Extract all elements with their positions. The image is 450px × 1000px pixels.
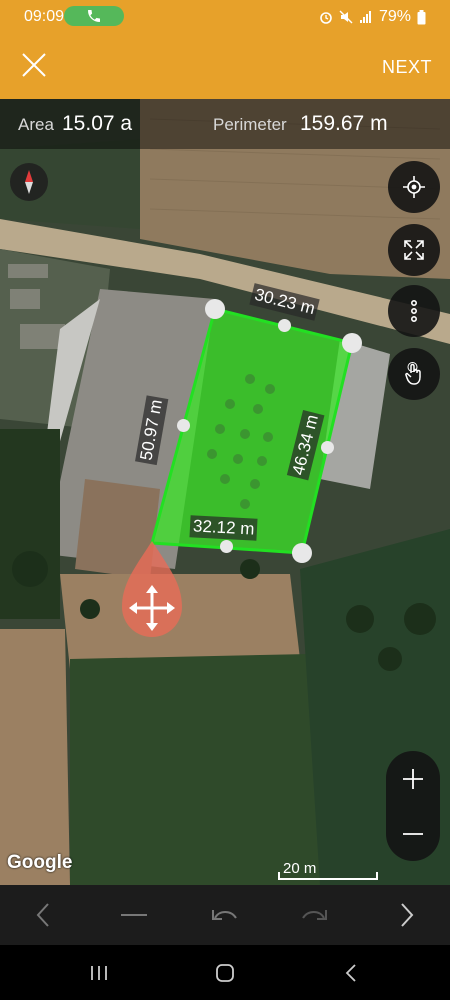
next-button[interactable]: NEXT [382,57,432,78]
perimeter-label: Perimeter [213,115,287,134]
home-button[interactable] [200,955,250,991]
fullscreen-button[interactable] [388,224,440,276]
recent-apps-button[interactable] [74,955,124,991]
touch-icon [405,362,421,385]
my-location-icon [403,176,425,198]
close-button[interactable] [18,49,50,81]
back-icon [345,964,356,982]
mute-icon [339,10,353,24]
battery-icon [417,9,426,24]
close-icon [22,53,46,77]
chevron-left-icon [36,903,49,927]
vertex-handle[interactable] [342,333,362,353]
phone-icon [88,10,100,22]
zoom-out-button[interactable] [386,806,440,861]
measurement-bar: Area 15.07 a Perimeter 159.67 m [0,99,450,149]
midpoint-handle[interactable] [177,419,190,432]
status-icons: 79% [319,8,426,26]
my-location-button[interactable] [388,161,440,213]
redo-icon [302,910,327,920]
system-nav-bar [0,945,450,1000]
fullscreen-icon [404,240,424,260]
area-label: Area [18,115,54,134]
compass-button[interactable] [10,163,48,201]
map-scale: 20 m [278,860,378,882]
vertex-handle[interactable] [205,299,225,319]
more-vert-icon [411,299,418,322]
midpoint-handle[interactable] [321,441,334,454]
remove-point-button[interactable] [104,885,164,945]
battery-percent: 79% [378,8,411,25]
edit-toolbar [0,885,450,945]
perimeter-value: 159.67 m [300,112,388,135]
status-time: 09:09 [24,8,65,25]
map-view[interactable]: 30.23 m 50.97 m 46.34 m 32.12 m Area 15.… [0,99,450,885]
alarm-icon [320,12,332,24]
recents-icon [91,966,107,980]
app-bar: NEXT [0,33,450,99]
undo-icon [212,910,237,920]
signal-icon [359,11,371,23]
minus-icon [121,914,147,916]
edge-length-bottom: 32.12 m [189,515,258,541]
move-handle[interactable] [120,539,184,639]
ongoing-call-indicator[interactable] [64,6,124,26]
touch-mode-button[interactable] [388,348,440,400]
redo-button[interactable] [284,885,344,945]
zoom-out-icon [403,832,423,835]
midpoint-handle[interactable] [220,540,233,553]
move-icon [122,541,182,637]
scale-bar [278,872,378,880]
zoom-in-icon [403,768,423,789]
zoom-control [386,751,440,861]
google-attribution: Google [7,852,73,873]
midpoint-handle[interactable] [278,319,291,332]
previous-point-button[interactable] [14,885,74,945]
status-bar: 09:09 79% [0,0,450,33]
home-icon [216,964,234,982]
undo-button[interactable] [195,885,255,945]
back-button[interactable] [326,955,376,991]
compass-icon [25,170,33,194]
chevron-right-icon [401,903,414,927]
next-point-button[interactable] [376,885,436,945]
vertex-handle[interactable] [292,543,312,563]
more-options-button[interactable] [388,285,440,337]
measured-polygon[interactable] [0,99,450,885]
area-value: 15.07 a [62,112,133,135]
zoom-in-button[interactable] [386,751,440,806]
